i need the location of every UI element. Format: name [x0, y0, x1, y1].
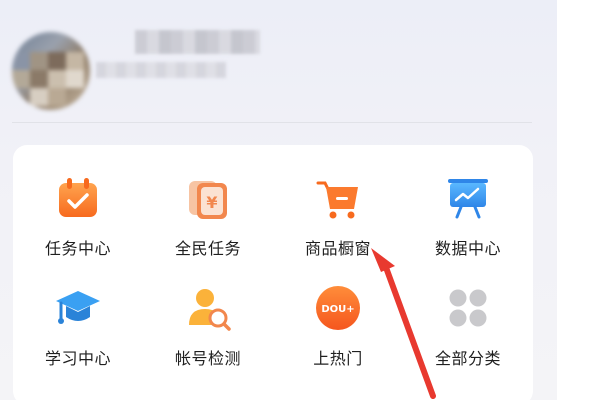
user-info-blurred [96, 62, 226, 78]
task-calendar-icon [53, 173, 103, 223]
grid-item-learning-center[interactable]: 学习中心 [13, 283, 143, 393]
grid-item-label: 全部分类 [434, 349, 501, 368]
grid-item-hot-promotion[interactable]: DOU+ 上热门 [273, 283, 403, 393]
feature-card: 任务中心 ¥ 全民任务 商品橱窗 数据中心 学习中心 帐号检测 DOU+ 上热门… [13, 145, 533, 400]
grid-item-label: 商品橱窗 [304, 239, 371, 258]
grid-item-label: 上热门 [313, 349, 363, 368]
grid-item-label: 数据中心 [434, 239, 501, 258]
feature-grid: 任务中心 ¥ 全民任务 商品橱窗 数据中心 学习中心 帐号检测 DOU+ 上热门… [13, 173, 533, 393]
divider [12, 122, 532, 123]
grid-item-data-center[interactable]: 数据中心 [403, 173, 533, 283]
graduation-cap-icon [53, 283, 103, 333]
grid-item-all-categories[interactable]: 全部分类 [403, 283, 533, 393]
page-margin [557, 0, 600, 400]
grid-item-label: 学习中心 [44, 349, 111, 368]
yuan-cards-icon: ¥ [183, 173, 233, 223]
username-blurred [135, 30, 260, 54]
dou-plus-badge-text: DOU+ [321, 304, 354, 315]
svg-text:¥: ¥ [206, 193, 217, 212]
grid-item-all-people-task[interactable]: ¥ 全民任务 [143, 173, 273, 283]
grid-item-task-center[interactable]: 任务中心 [13, 173, 143, 283]
shopping-cart-icon [313, 173, 363, 223]
data-board-icon [443, 173, 493, 223]
dou-plus-icon: DOU+ [313, 283, 363, 333]
grid-item-label: 任务中心 [44, 239, 111, 258]
grid-item-account-check[interactable]: 帐号检测 [143, 283, 273, 393]
avatar[interactable] [12, 32, 90, 110]
grid-item-product-showcase[interactable]: 商品橱窗 [273, 173, 403, 283]
all-categories-icon [443, 283, 493, 333]
app-screen: 任务中心 ¥ 全民任务 商品橱窗 数据中心 学习中心 帐号检测 DOU+ 上热门… [0, 0, 557, 400]
grid-item-label: 全民任务 [174, 239, 241, 258]
grid-item-label: 帐号检测 [174, 349, 241, 368]
account-check-icon [183, 283, 233, 333]
